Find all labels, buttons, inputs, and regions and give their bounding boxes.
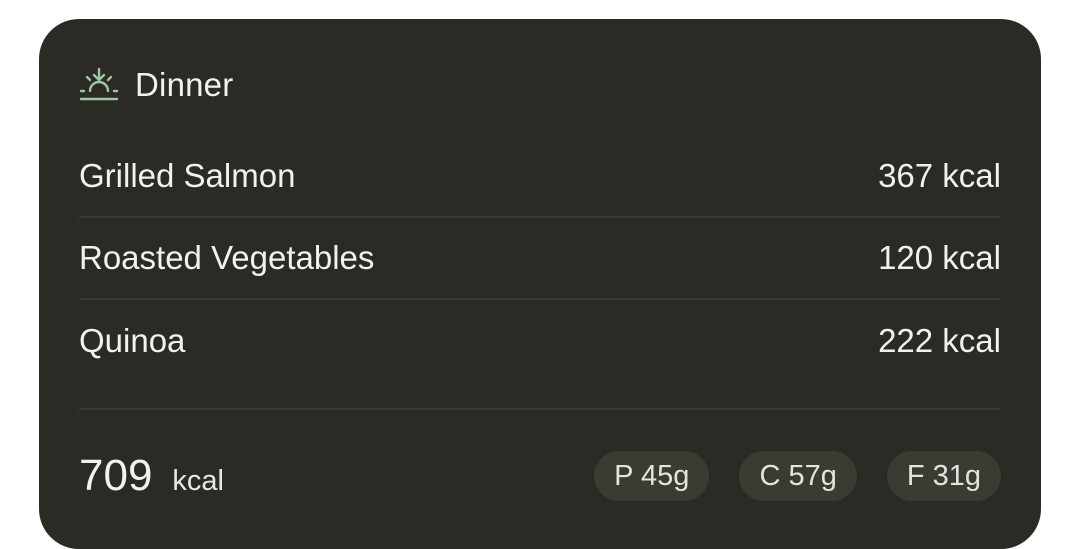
sunset-icon (79, 65, 119, 105)
meal-title: Dinner (135, 66, 234, 103)
total-calories: 709 kcal (79, 451, 224, 501)
meal-header: Dinner (79, 63, 233, 107)
food-kcal: 120 kcal (878, 239, 1001, 276)
total-kcal-unit: kcal (172, 465, 224, 497)
meal-footer: 709 kcal P 45g C 57g F 31g (79, 449, 1001, 503)
food-list: Grilled Salmon 367 kcal Roasted Vegetabl… (79, 136, 1001, 382)
food-name: Grilled Salmon (79, 157, 296, 194)
food-row-grilled-salmon[interactable]: Grilled Salmon 367 kcal (79, 136, 1001, 218)
meal-card[interactable]: Dinner Grilled Salmon 367 kcal Roasted V… (39, 19, 1041, 549)
food-kcal: 367 kcal (878, 157, 1001, 194)
fat-badge: F 31g (886, 451, 1001, 501)
food-row-quinoa[interactable]: Quinoa 222 kcal (79, 300, 1001, 382)
macro-badges: P 45g C 57g F 31g (564, 451, 1001, 501)
food-name: Quinoa (79, 322, 186, 359)
footer-divider (79, 408, 1001, 410)
food-row-roasted-vegetables[interactable]: Roasted Vegetables 120 kcal (79, 218, 1001, 300)
food-kcal: 222 kcal (878, 322, 1001, 359)
food-name: Roasted Vegetables (79, 239, 375, 276)
total-kcal-value: 709 (79, 451, 153, 500)
carbs-badge: C 57g (739, 451, 857, 501)
protein-badge: P 45g (594, 451, 710, 501)
